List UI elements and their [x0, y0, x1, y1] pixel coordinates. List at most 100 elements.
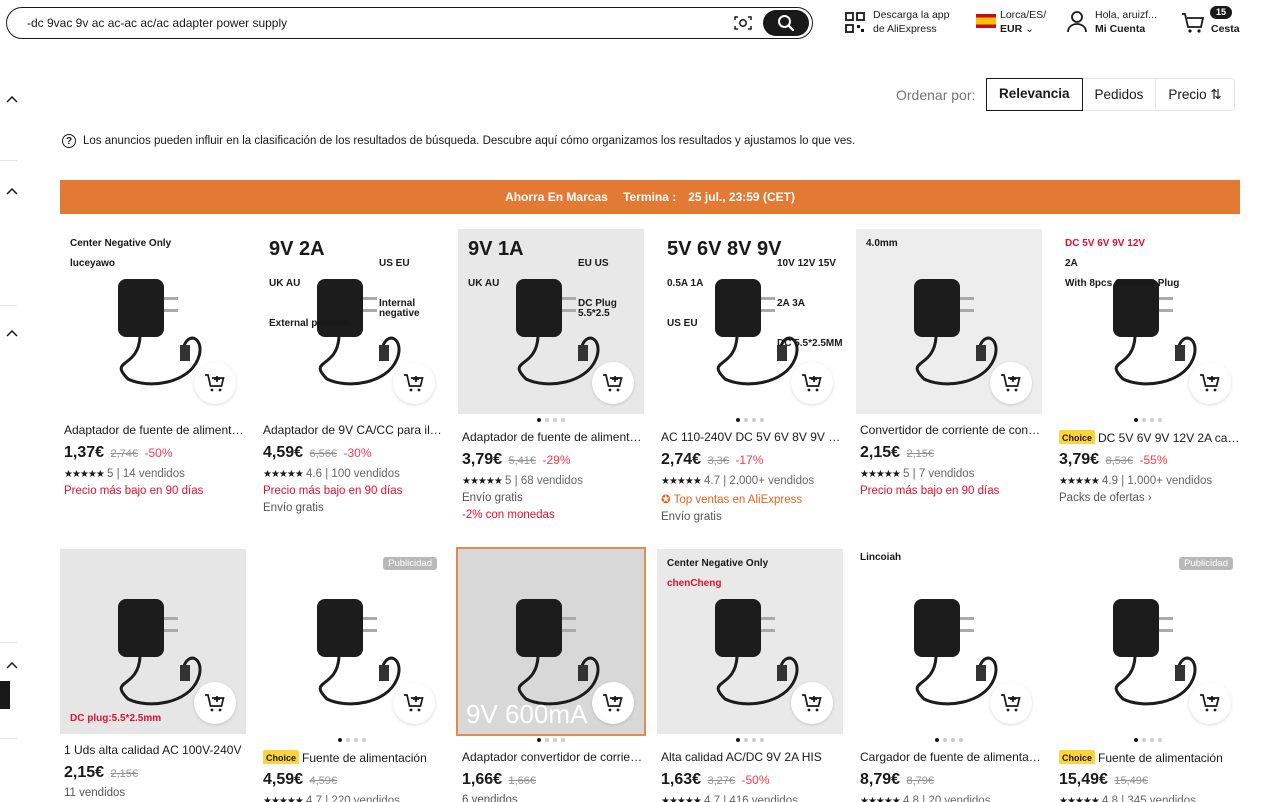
image-caption: US EU — [667, 318, 698, 329]
carousel-dots[interactable] — [657, 738, 843, 742]
product-card[interactable]: 4.0mm Convertidor de corriente de conmut… — [856, 229, 1042, 497]
price-row: 2,15€ 2,15€ — [856, 444, 1042, 462]
rating-value: 4.9 — [1102, 475, 1119, 487]
product-title[interactable]: Adaptador de 9V CA/CC para iluminación — [259, 423, 445, 437]
product-image[interactable]: DC 5V 6V 9V 12V 2A With 8pcs Connect Plug — [1055, 229, 1241, 414]
region-line1: Lorca/ES/ — [1000, 9, 1047, 21]
rating-value: 4.7 — [704, 475, 721, 487]
add-to-cart-button[interactable] — [194, 682, 236, 724]
product-card[interactable]: 9V 1A EU US UK AU DC Plug 5.5*2.5 Adaptador… — [458, 229, 644, 521]
carousel-dots[interactable] — [657, 418, 843, 422]
original-price: 3,27€ — [707, 775, 736, 787]
product-image[interactable]: Center Negative Only chenCheng — [657, 549, 843, 734]
product-card[interactable]: Lincoiah Cargador de fuente de alimentac… — [856, 549, 1042, 802]
product-title[interactable]: Convertidor de corriente de conmutación — [856, 423, 1042, 437]
image-caption: UK AU — [269, 278, 301, 289]
product-card[interactable]: 5V 6V 8V 9V 10V 12V 15V 0.5A 1A 2A 3A US EU D… — [657, 229, 843, 523]
product-card[interactable]: Publicidad Choice Fuente de alimentación … — [259, 549, 445, 802]
product-image[interactable]: 9V 2A US EU UK AU Internal negative External… — [259, 229, 445, 414]
product-title[interactable]: Adaptador convertidor de corriente — [458, 750, 644, 764]
add-cart-icon — [205, 694, 225, 712]
add-to-cart-button[interactable] — [791, 362, 833, 404]
product-title[interactable]: AC 110-240V DC 5V 6V 8V 9V 10V — [657, 430, 843, 444]
search-bar[interactable]: -dc 9vac 9v ac ac-ac ac/ac adapter power… — [6, 7, 813, 39]
app-download-link[interactable]: Descarga la app de AliExpress — [873, 8, 949, 36]
product-image[interactable]: 5V 6V 8V 9V 10V 12V 15V 0.5A 1A 2A 3A US EU D… — [657, 229, 843, 414]
question-icon[interactable]: ? — [62, 134, 76, 148]
product-image[interactable]: Center Negative Only luceyawo — [60, 229, 246, 414]
product-image[interactable]: 9V 600mA — [456, 547, 646, 736]
carousel-dots[interactable] — [259, 738, 445, 742]
add-to-cart-button[interactable] — [393, 362, 435, 404]
sort-price-button[interactable]: Precio ⇅ — [1156, 79, 1233, 110]
product-title[interactable]: Alta calidad AC/DC 9V 2A HIS — [657, 750, 843, 764]
carousel-dots[interactable] — [1055, 418, 1241, 422]
qr-code-icon[interactable] — [845, 12, 865, 34]
add-to-cart-button[interactable] — [990, 362, 1032, 404]
carousel-dots[interactable] — [458, 418, 644, 422]
carousel-dots[interactable] — [856, 738, 1042, 742]
image-search-icon[interactable] — [734, 15, 752, 31]
product-title[interactable]: Cargador de fuente de alimentación — [856, 750, 1042, 764]
product-image[interactable]: 4.0mm — [856, 229, 1042, 414]
rating-value: 5 — [505, 475, 512, 487]
cart-icon[interactable] — [1181, 12, 1205, 34]
price-row: 1,37€ 2,74€ -50% — [60, 444, 246, 462]
product-title[interactable]: ChoiceDC 5V 6V 9V 12V 2A cargador — [1055, 430, 1241, 444]
product-card[interactable]: Publicidad Choice Fuente de alimentación … — [1055, 549, 1241, 802]
user-icon[interactable] — [1066, 10, 1088, 34]
product-image[interactable]: Publicidad — [1055, 549, 1241, 734]
product-info-line: -2% con monedas — [462, 509, 555, 521]
sort-orders-button[interactable]: Pedidos — [1083, 79, 1157, 110]
collapse-filter-1-icon[interactable] — [6, 95, 18, 103]
product-info-line: 11 vendidos — [64, 787, 126, 799]
product-title[interactable]: Choice Fuente de alimentación — [1055, 750, 1241, 764]
region-selector[interactable]: Lorca/ES/ EUR ⌄ — [1000, 8, 1046, 36]
add-to-cart-button[interactable] — [1189, 362, 1231, 404]
price-row: 3,79€ 8,53€ -55% — [1055, 451, 1241, 469]
carousel-dots[interactable] — [458, 738, 644, 742]
brand-deals-banner[interactable]: Ahorra En Marcas Termina : 25 jul., 23:59… — [60, 180, 1240, 214]
product-title[interactable]: 1 Uds alta calidad AC 100V-240V — [60, 743, 246, 757]
product-title-text: Adaptador de fuente de alimentación — [64, 423, 246, 437]
add-cart-icon — [1200, 374, 1220, 392]
add-to-cart-button[interactable] — [592, 682, 634, 724]
product-card[interactable]: 9V 600mA Adaptador convertidor de corrie… — [456, 547, 646, 802]
sidebar-divider — [0, 305, 17, 306]
product-title[interactable]: Adaptador de fuente de alimentación — [458, 430, 644, 444]
image-caption: UK AU — [468, 278, 500, 289]
product-title[interactable]: Adaptador de fuente de alimentación — [60, 423, 246, 437]
product-card[interactable]: DC 5V 6V 9V 12V 2A With 8pcs Connect Plug … — [1055, 229, 1241, 504]
add-to-cart-button[interactable] — [791, 682, 833, 724]
product-card[interactable]: Center Negative Only chenCheng Alta calid… — [657, 549, 843, 802]
carousel-dots[interactable] — [1055, 738, 1241, 742]
add-to-cart-button[interactable] — [990, 682, 1032, 724]
collapse-filter-4-icon[interactable] — [6, 661, 18, 669]
product-image[interactable]: 9V 1A EU US UK AU DC Plug 5.5*2.5 — [458, 229, 644, 414]
account-menu[interactable]: Hola, aruizf... Mi Cuenta — [1095, 8, 1157, 36]
current-price: 1,37€ — [64, 444, 105, 461]
product-card[interactable]: Center Negative Only luceyawo Adaptador d… — [60, 229, 246, 497]
cart-label[interactable]: Cesta — [1211, 23, 1240, 35]
rating-value: 5 — [903, 468, 910, 480]
collapse-filter-3-icon[interactable] — [6, 329, 18, 337]
add-to-cart-button[interactable] — [393, 682, 435, 724]
sort-relevance-button[interactable]: Relevancia — [986, 78, 1083, 111]
product-info-line: Packs de ofertas › — [1059, 492, 1152, 504]
search-input[interactable]: -dc 9vac 9v ac ac-ac ac/ac adapter power… — [27, 16, 287, 30]
product-title[interactable]: Choice Fuente de alimentación — [259, 750, 445, 764]
rating-row: ★★★★★ 5 | 7 vendidos — [860, 468, 975, 480]
add-to-cart-button[interactable] — [194, 362, 236, 404]
product-image[interactable]: Publicidad — [259, 549, 445, 734]
add-cart-icon — [1200, 694, 1220, 712]
add-to-cart-button[interactable] — [592, 362, 634, 404]
product-image[interactable]: DC plug:5.5*2.5mm — [60, 549, 246, 734]
add-to-cart-button[interactable] — [1189, 682, 1231, 724]
search-button[interactable] — [763, 10, 809, 36]
rating-row: ★★★★★ 5 | 68 vendidos — [462, 475, 583, 487]
product-image[interactable]: Lincoiah — [856, 549, 1042, 734]
product-card[interactable]: 9V 2A US EU UK AU Internal negative External… — [259, 229, 445, 514]
collapse-filter-2-icon[interactable] — [6, 187, 18, 195]
product-title-text: 1 Uds alta calidad AC 100V-240V — [64, 743, 242, 757]
product-card[interactable]: DC plug:5.5*2.5mm 1 Uds alta calidad AC … — [60, 549, 246, 799]
